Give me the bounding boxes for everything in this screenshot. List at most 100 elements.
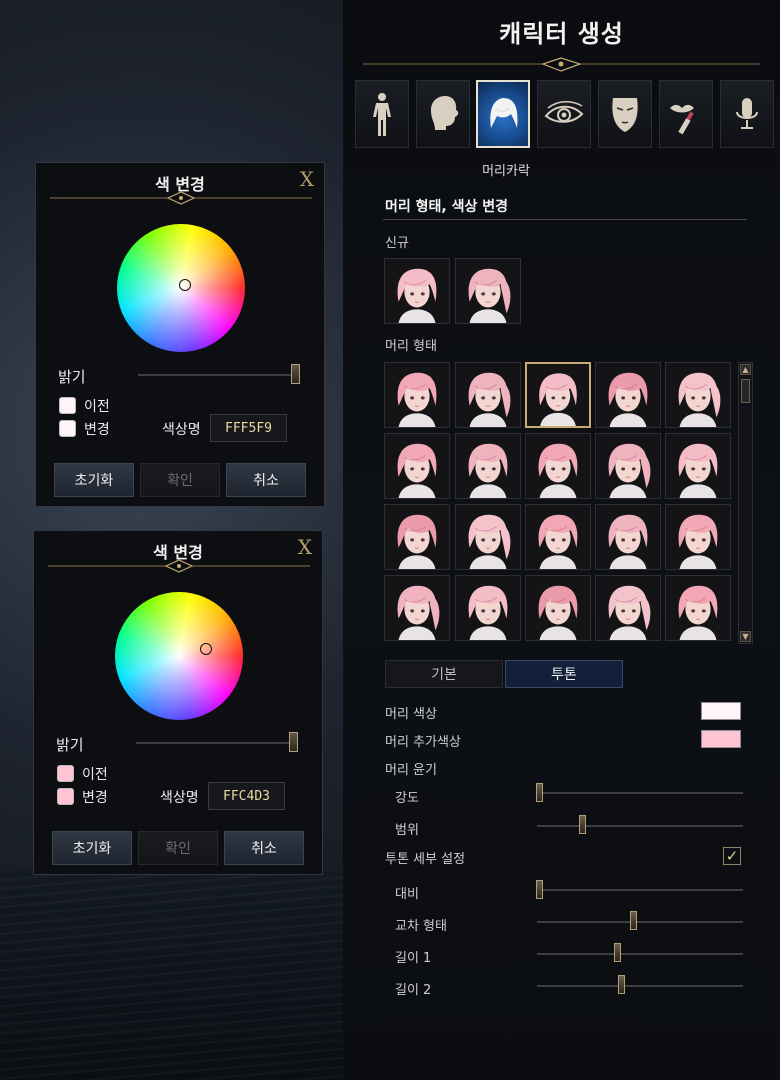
two-tone-detail-checkbox[interactable]: ✓ <box>723 847 741 865</box>
cross-shape-label: 교차 형태 <box>395 919 447 934</box>
length-2-knob[interactable] <box>618 975 625 994</box>
makeup-icon <box>670 104 694 135</box>
hairstyle-thumb[interactable] <box>455 362 521 428</box>
new-label: 변경 <box>84 422 110 438</box>
ornament-divider <box>48 559 310 573</box>
scroll-down-icon[interactable]: ▼ <box>740 631 751 642</box>
length-2-track[interactable] <box>537 985 743 987</box>
section-title: 머리 형태, 색상 변경 <box>385 199 508 215</box>
contrast-knob[interactable] <box>536 880 543 899</box>
hairstyle-thumb[interactable] <box>665 504 731 570</box>
hairstyle-thumb[interactable] <box>384 362 450 428</box>
new-hairstyle-thumb[interactable] <box>384 258 450 324</box>
hairstyle-thumb[interactable] <box>384 504 450 570</box>
hairstyle-thumb[interactable] <box>665 433 731 499</box>
customization-tabs <box>355 80 775 150</box>
hairstyle-thumb[interactable] <box>384 433 450 499</box>
hairstyle-thumb[interactable] <box>455 575 521 641</box>
brightness-track[interactable] <box>136 742 296 744</box>
reset-button[interactable]: 초기화 <box>52 831 132 865</box>
confirm-button[interactable]: 확인 <box>138 831 218 865</box>
range-track[interactable] <box>537 825 743 827</box>
length-2-label: 길이 2 <box>395 983 432 998</box>
hair-extra-color-swatch[interactable] <box>701 730 741 748</box>
contrast-track[interactable] <box>537 889 743 891</box>
contrast-label: 대비 <box>395 887 419 902</box>
page-title: 캐릭터 생성 <box>499 20 624 48</box>
hairstyle-thumb[interactable] <box>384 575 450 641</box>
hairstyle-thumb[interactable] <box>525 433 591 499</box>
color-wheel-marker[interactable] <box>179 279 191 291</box>
color-wheel[interactable] <box>115 592 243 720</box>
cancel-button[interactable]: 취소 <box>224 831 304 865</box>
hairstyle-thumb[interactable] <box>595 504 661 570</box>
cross-shape-knob[interactable] <box>630 911 637 930</box>
brightness-label: 밝기 <box>58 368 86 386</box>
brightness-slider-knob[interactable] <box>289 732 298 752</box>
ornament-divider <box>50 191 312 205</box>
new-hairstyle-thumb[interactable] <box>455 258 521 324</box>
intensity-label: 강도 <box>395 791 419 806</box>
color-name-label: 색상명 <box>160 790 199 806</box>
tab-hair[interactable] <box>476 80 530 148</box>
hairstyle-thumb[interactable] <box>525 504 591 570</box>
length-1-label: 길이 1 <box>395 951 432 966</box>
hex-color-input[interactable]: FFF5F9 <box>210 414 287 442</box>
previous-color-swatch <box>59 397 76 414</box>
tab-head[interactable] <box>416 80 470 148</box>
hairstyle-thumb[interactable] <box>595 575 661 641</box>
hairstyle-thumb[interactable] <box>525 575 591 641</box>
hairstyles-scrollbar[interactable]: ▲ ▼ <box>738 362 753 644</box>
reset-button[interactable]: 초기화 <box>54 463 134 497</box>
length-1-track[interactable] <box>537 953 743 955</box>
hair-color-swatch[interactable] <box>701 702 741 720</box>
hair-style-label: 머리 형태 <box>385 339 437 354</box>
voice-icon <box>736 98 758 129</box>
range-knob[interactable] <box>579 815 586 834</box>
body-icon <box>373 93 391 136</box>
length-1-knob[interactable] <box>614 943 621 962</box>
hair-icon <box>490 98 518 128</box>
tab-makeup[interactable] <box>659 80 713 148</box>
scroll-up-icon[interactable]: ▲ <box>740 364 751 375</box>
tab-body[interactable] <box>355 80 409 148</box>
new-styles-label: 신규 <box>385 236 409 251</box>
brightness-label: 밝기 <box>56 736 84 754</box>
cross-shape-track[interactable] <box>537 921 743 923</box>
hairstyle-thumb[interactable] <box>525 362 591 428</box>
color-change-dialog-2: 색 변경 X 밝기 이전 변경 색상명 FFC4D3 초기화 확인 취소 <box>33 530 323 875</box>
brightness-slider-knob[interactable] <box>291 364 300 384</box>
cancel-button[interactable]: 취소 <box>226 463 306 497</box>
hairstyle-thumb[interactable] <box>665 362 731 428</box>
tab-voice[interactable] <box>720 80 774 148</box>
close-icon[interactable]: X <box>300 167 314 191</box>
hairstyle-thumb[interactable] <box>595 433 661 499</box>
previous-color-swatch <box>57 765 74 782</box>
intensity-track[interactable] <box>537 792 743 794</box>
tab-eyes[interactable] <box>537 80 591 148</box>
active-tab-caption: 머리카락 <box>482 164 530 179</box>
hex-color-input[interactable]: FFC4D3 <box>208 782 285 810</box>
close-icon[interactable]: X <box>298 535 312 559</box>
previous-label: 이전 <box>84 399 110 415</box>
face-mask-icon <box>612 98 638 132</box>
character-creation-panel: 캐릭터 생성 머리카락 머리 형태, 색상 변경 신규 머리 형태 ▲ ▼ 기본… <box>343 0 780 1080</box>
range-label: 범위 <box>395 823 419 838</box>
previous-label: 이전 <box>82 767 108 783</box>
hairstyle-thumb[interactable] <box>455 504 521 570</box>
intensity-knob[interactable] <box>536 783 543 802</box>
new-color-swatch <box>57 788 74 805</box>
hairstyle-thumb[interactable] <box>595 362 661 428</box>
ocean-background <box>0 870 345 1080</box>
tab-face[interactable] <box>598 80 652 148</box>
tab-basic[interactable]: 기본 <box>385 660 503 688</box>
color-change-dialog-1: 색 변경 X 밝기 이전 변경 색상명 FFF5F9 초기화 확인 취소 <box>35 162 325 507</box>
color-wheel-marker[interactable] <box>200 643 212 655</box>
hairstyle-thumb[interactable] <box>665 575 731 641</box>
confirm-button[interactable]: 확인 <box>140 463 220 497</box>
tab-two-tone[interactable]: 투톤 <box>505 660 623 688</box>
scroll-thumb[interactable] <box>741 379 750 403</box>
hairstyle-thumb[interactable] <box>455 433 521 499</box>
new-label: 변경 <box>82 790 108 806</box>
brightness-track[interactable] <box>138 374 298 376</box>
